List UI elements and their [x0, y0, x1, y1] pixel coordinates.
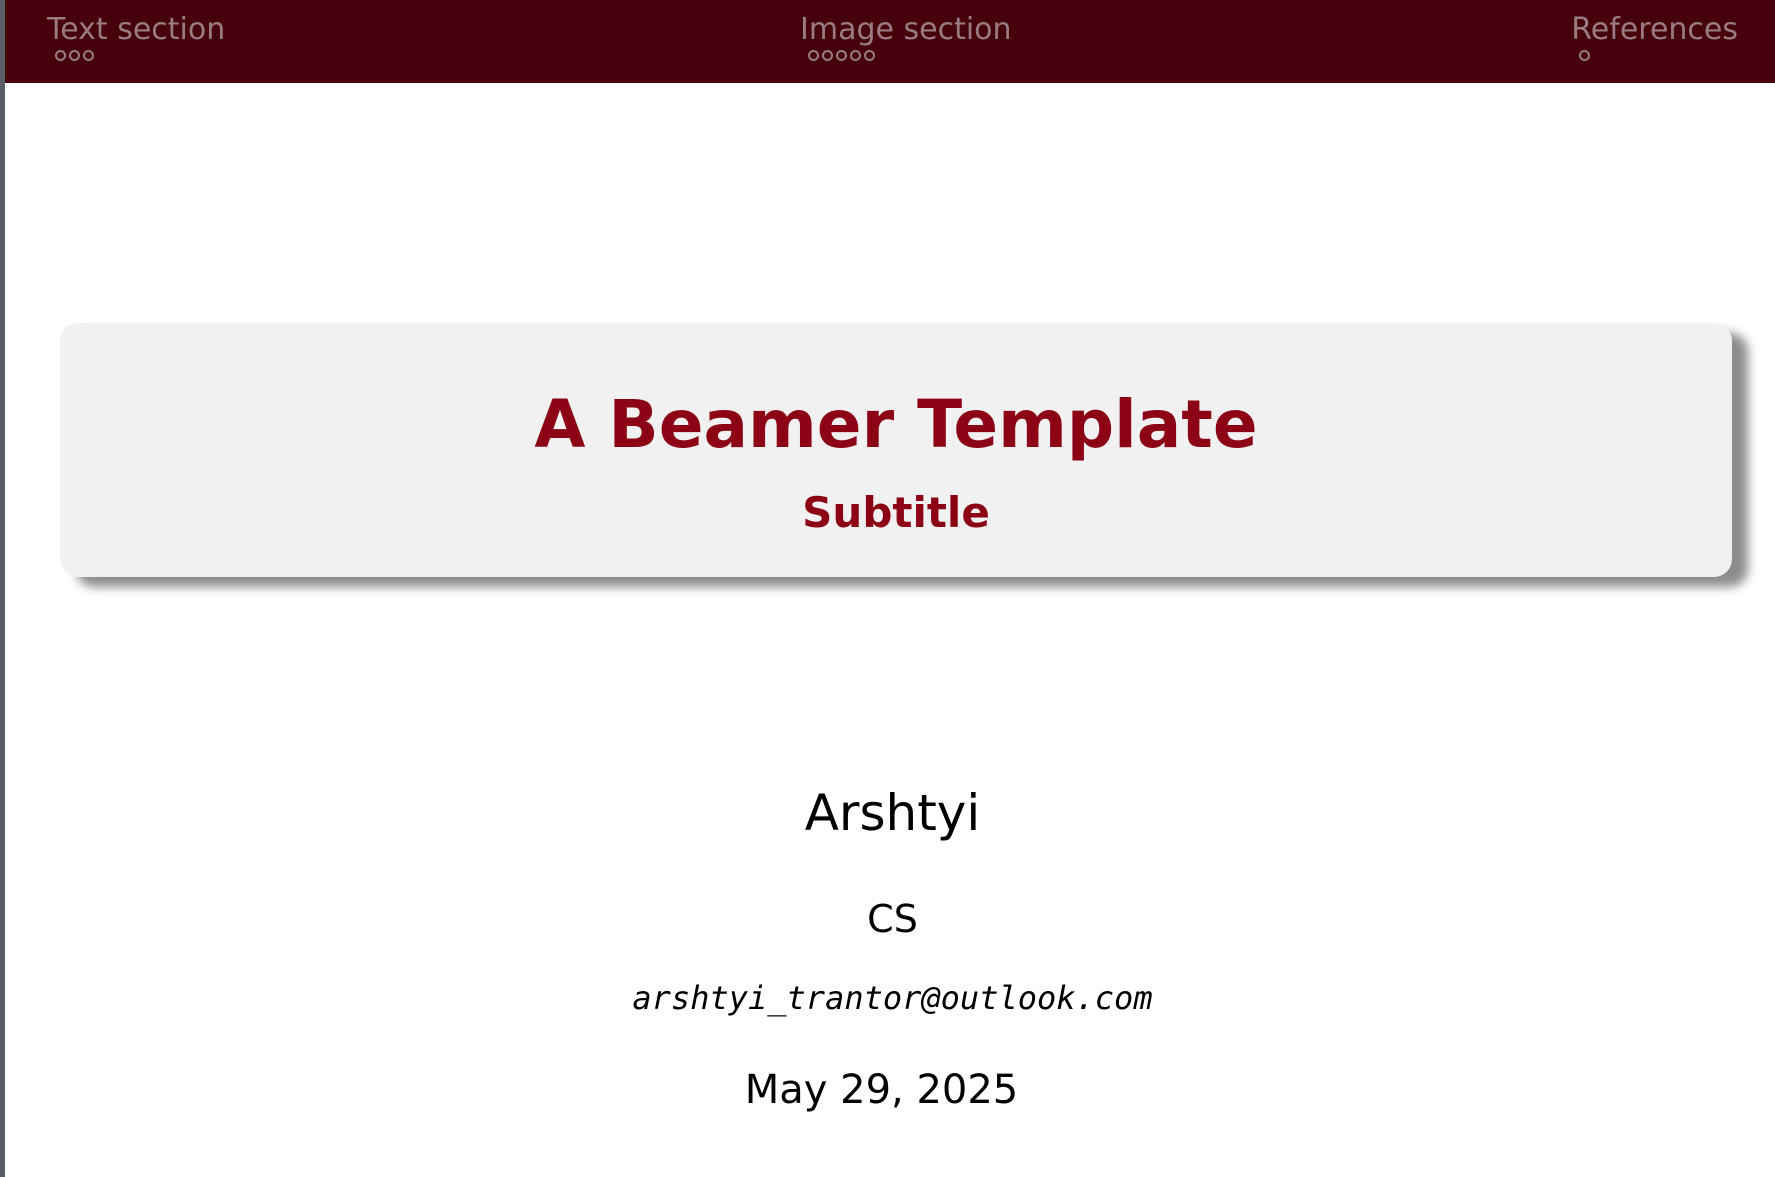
frame-dot[interactable]: [55, 50, 66, 61]
frame-dot[interactable]: [850, 50, 861, 61]
presentation-date: May 29, 2025: [744, 1067, 1019, 1113]
nav-section-references-frame-dots: [1579, 50, 1738, 61]
institute: CS: [867, 897, 918, 941]
frame-dot[interactable]: [69, 50, 80, 61]
nav-section-image[interactable]: Image section: [800, 12, 1012, 61]
frame-dot[interactable]: [808, 50, 819, 61]
title-box: A Beamer Template Subtitle: [60, 323, 1732, 577]
nav-section-text[interactable]: Text section: [47, 12, 225, 61]
slide-title: A Beamer Template: [534, 386, 1258, 463]
nav-section-references[interactable]: References: [1571, 12, 1738, 61]
slide-subtitle: Subtitle: [802, 488, 990, 537]
nav-section-image-frame-dots: [808, 50, 1012, 61]
frame-dot[interactable]: [83, 50, 94, 61]
frame-dot[interactable]: [864, 50, 875, 61]
section-navigation-bar: Text section Image section References: [5, 0, 1775, 83]
author-name: Arshtyi: [804, 784, 981, 842]
frame-dot[interactable]: [836, 50, 847, 61]
frame-dot[interactable]: [1579, 50, 1591, 61]
nav-section-image-label: Image section: [800, 12, 1012, 47]
nav-section-references-label: References: [1571, 12, 1738, 47]
author-email: arshtyi_trantor@outlook.com: [632, 979, 1153, 1017]
nav-section-text-label: Text section: [47, 12, 226, 47]
frame-dot[interactable]: [822, 50, 833, 61]
nav-section-text-frame-dots: [55, 50, 225, 61]
